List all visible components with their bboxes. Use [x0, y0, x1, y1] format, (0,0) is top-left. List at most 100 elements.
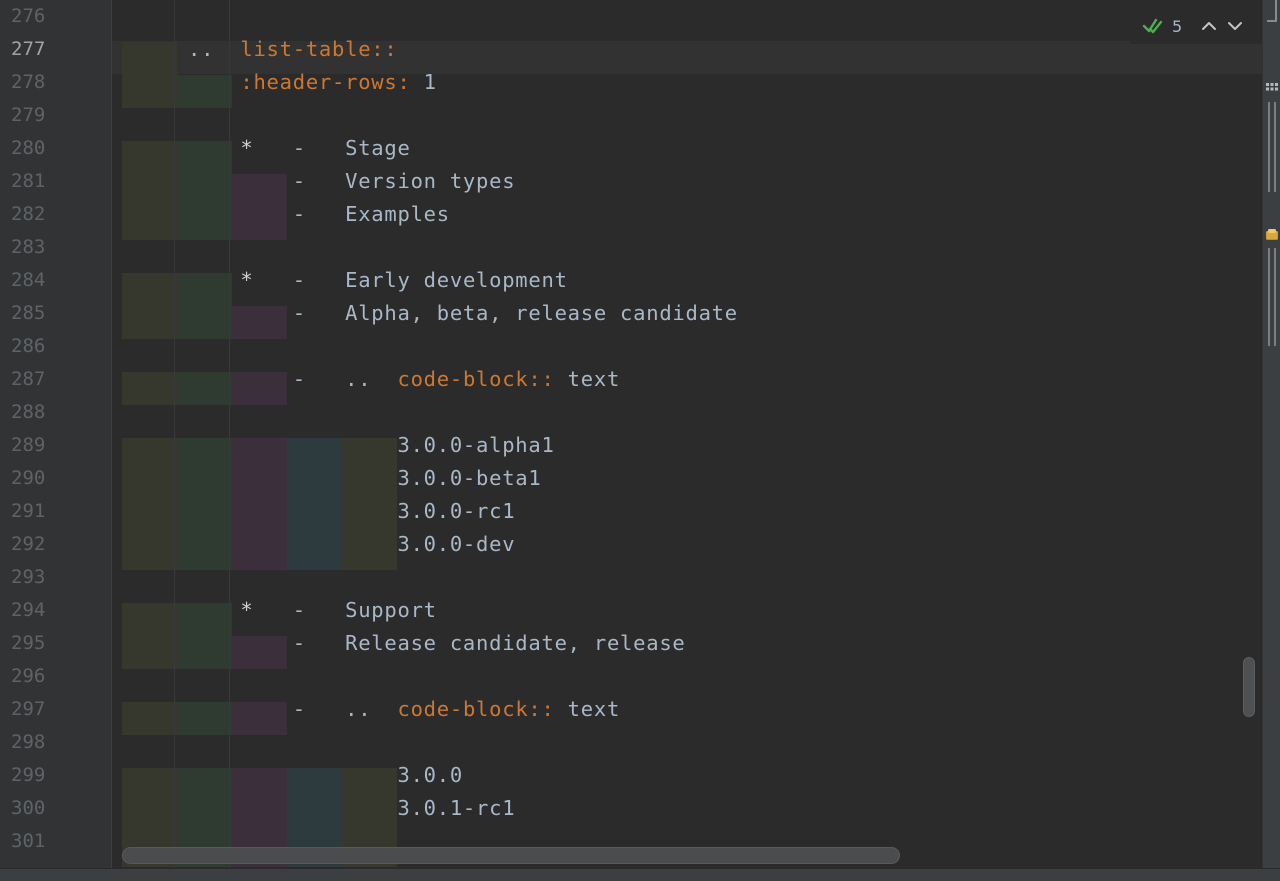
- code-line[interactable]: - Release candidate, release: [188, 627, 686, 660]
- text-token: *: [240, 136, 254, 160]
- vertical-scrollbar-thumb[interactable]: [1243, 657, 1255, 717]
- indent-guide-block: [122, 504, 177, 537]
- line-number[interactable]: 280: [0, 132, 56, 165]
- text-token: - Version types: [188, 169, 516, 193]
- double-check-icon: [1142, 18, 1163, 34]
- line-number[interactable]: 298: [0, 726, 56, 759]
- code-line[interactable]: - Alpha, beta, release candidate: [188, 297, 738, 330]
- text-token: - Stage: [253, 136, 411, 160]
- text-token: *: [240, 268, 254, 292]
- indent-guide-block: [122, 306, 177, 339]
- rst-directive-token: code-block::: [397, 367, 555, 391]
- line-number[interactable]: 281: [0, 165, 56, 198]
- code-line[interactable]: 3.0.0-beta1: [188, 462, 542, 495]
- structure-icon: [1266, 83, 1278, 91]
- line-number[interactable]: 297: [0, 693, 56, 726]
- status-bar: [0, 868, 1280, 881]
- line-number[interactable]: 301: [0, 825, 56, 858]
- code-line[interactable]: :header-rows: 1: [188, 66, 437, 99]
- code-line[interactable]: .. list-table::: [188, 33, 397, 66]
- line-number[interactable]: 278: [0, 66, 56, 99]
- code-line[interactable]: - .. code-block:: text: [188, 693, 620, 726]
- text-token: text: [554, 367, 621, 391]
- indent-guide-block: [122, 768, 177, 801]
- line-number[interactable]: 291: [0, 495, 56, 528]
- text-token: - Early development: [253, 268, 568, 292]
- tool-window-tab-glyph: [1268, 247, 1276, 346]
- code-line[interactable]: * - Stage: [188, 132, 411, 165]
- code-line[interactable]: 3.0.0-alpha1: [188, 429, 555, 462]
- indent-guide-block: [122, 75, 177, 108]
- text-token: - ..: [188, 367, 398, 391]
- horizontal-scrollbar[interactable]: [112, 843, 1262, 868]
- horizontal-scrollbar-thumb[interactable]: [122, 847, 900, 864]
- indent-guide-block: [122, 372, 177, 405]
- line-number[interactable]: 283: [0, 231, 56, 264]
- line-number[interactable]: 296: [0, 660, 56, 693]
- text-token: - Alpha, beta, release candidate: [188, 301, 738, 325]
- line-number[interactable]: 295: [0, 627, 56, 660]
- text-token: - ..: [188, 697, 398, 721]
- text-token: 3.0.0-dev: [188, 532, 516, 556]
- ide-window: 276 277 278 279 280 281 282 283 284 285 286 287 288 2…: [0, 0, 1280, 881]
- line-number[interactable]: 300: [0, 792, 56, 825]
- code-line[interactable]: 3.0.1-rc1: [188, 792, 515, 825]
- line-number[interactable]: 289: [0, 429, 56, 462]
- text-token: 1: [410, 70, 437, 94]
- text-token: - Examples: [188, 202, 450, 226]
- text-token: 3.0.0-beta1: [188, 466, 542, 490]
- line-number[interactable]: 277: [0, 33, 56, 66]
- indent-guide-block: [122, 471, 177, 504]
- code-line[interactable]: - Version types: [188, 165, 515, 198]
- indent-guide-block: [122, 141, 177, 174]
- code-line[interactable]: * - Support: [188, 594, 437, 627]
- right-tool-window-strip: [1262, 0, 1280, 868]
- tool-window-tab-glyph: [1267, 0, 1277, 22]
- indent-guide-block: [122, 702, 177, 735]
- line-number[interactable]: 285: [0, 297, 56, 330]
- line-number[interactable]: 286: [0, 330, 56, 363]
- tool-window-tab-top[interactable]: [1263, 0, 1280, 30]
- chevron-up-icon[interactable]: [1200, 17, 1218, 35]
- text-token: *: [240, 598, 254, 622]
- indent-guide-block: [122, 174, 177, 207]
- line-number[interactable]: 292: [0, 528, 56, 561]
- rst-directive-token: list-table::: [240, 37, 398, 61]
- text-token: ..: [188, 37, 241, 61]
- line-number[interactable]: 287: [0, 363, 56, 396]
- line-number[interactable]: 299: [0, 759, 56, 792]
- line-number[interactable]: 284: [0, 264, 56, 297]
- line-number[interactable]: 294: [0, 594, 56, 627]
- text-token: - Support: [253, 598, 437, 622]
- rst-directive-token: :header-rows:: [240, 70, 411, 94]
- code-line[interactable]: - .. code-block:: text: [188, 363, 620, 396]
- line-number[interactable]: 290: [0, 462, 56, 495]
- tool-window-tab-database[interactable]: [1263, 226, 1280, 346]
- line-number[interactable]: 279: [0, 99, 56, 132]
- indent-guide-line: [229, 0, 230, 868]
- code-line[interactable]: - Examples: [188, 198, 450, 231]
- text-token: 3.0.0-alpha1: [188, 433, 555, 457]
- text-token: - Release candidate, release: [188, 631, 686, 655]
- code-editor[interactable]: .. list-table:: :header-rows: 1 * - Stag…: [112, 0, 1262, 868]
- line-number[interactable]: 276: [0, 0, 56, 33]
- code-line[interactable]: * - Early development: [188, 264, 568, 297]
- line-number[interactable]: 288: [0, 396, 56, 429]
- line-number[interactable]: 293: [0, 561, 56, 594]
- indent-guide-block: [122, 537, 177, 570]
- inspection-count: 5: [1172, 16, 1183, 36]
- line-number-gutter[interactable]: 276 277 278 279 280 281 282 283 284 285 286 287 288 2…: [0, 0, 112, 868]
- line-number[interactable]: 282: [0, 198, 56, 231]
- code-line[interactable]: 3.0.0-dev: [188, 528, 515, 561]
- indent-guide-block: [122, 42, 177, 75]
- text-token: text: [554, 697, 621, 721]
- tool-window-tab-structure[interactable]: [1263, 80, 1280, 200]
- indent-guide-block: [122, 801, 177, 834]
- code-line[interactable]: 3.0.0-rc1: [188, 495, 515, 528]
- rst-directive-token: code-block::: [397, 697, 555, 721]
- vertical-scrollbar[interactable]: [1240, 0, 1258, 868]
- indent-guide-block: [122, 636, 177, 669]
- indent-guide-line: [174, 0, 175, 868]
